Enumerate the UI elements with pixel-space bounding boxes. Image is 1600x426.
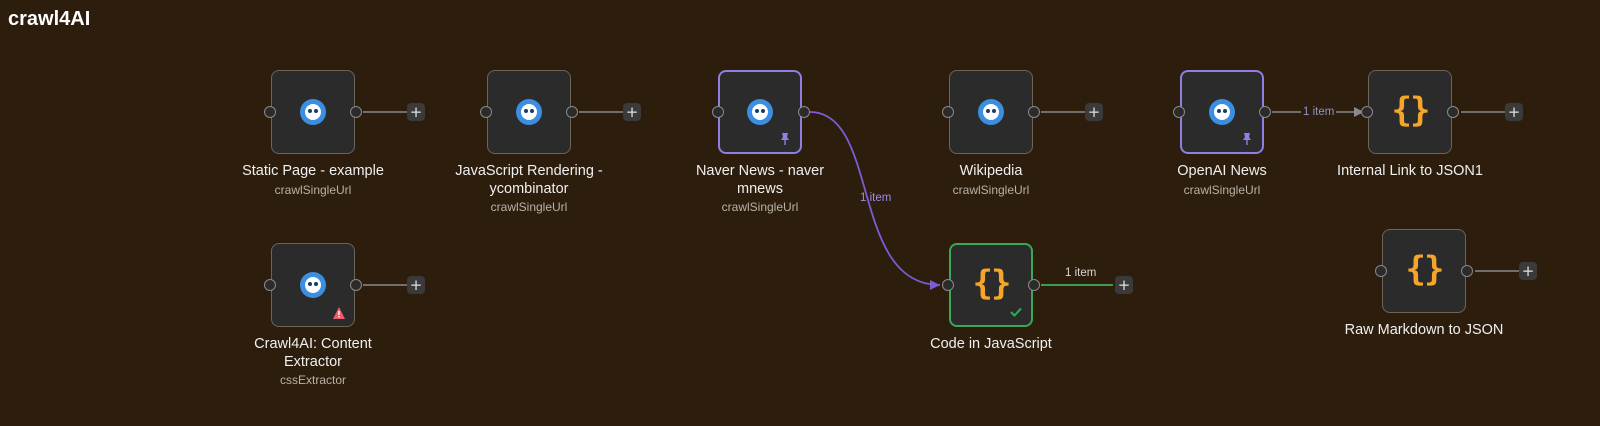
output-handle[interactable] [350,106,362,118]
add-node-button[interactable]: + [1115,276,1133,294]
node-code-js[interactable]: {} [949,243,1033,327]
node-openai-news[interactable] [1180,70,1264,154]
node-subtitle: crawlSingleUrl [1183,183,1261,197]
crawler-spider-icon [516,99,542,125]
node-label: Static Page - example [242,163,384,179]
node-wikipedia[interactable] [949,70,1033,154]
edge-arrow [930,280,940,290]
node-label: Wikipedia [959,163,1023,179]
node-label: Naver News - naver mnews [695,163,825,197]
code-braces-icon: {} [972,263,1012,304]
output-handle[interactable] [1447,106,1459,118]
crawler-spider-icon [300,99,326,125]
node-label: Crawl4AI: Content Extractor [254,336,372,370]
input-handle[interactable] [1361,106,1373,118]
node-naver-news[interactable] [718,70,802,154]
edge-label: 1 item [860,192,892,204]
pin-icon [781,133,789,145]
crawler-spider-icon [747,99,773,125]
code-braces-icon: {} [1405,249,1445,290]
output-handle[interactable] [566,106,578,118]
node-raw-markdown[interactable]: {} [1382,229,1466,313]
edge-label: 1 item [1065,267,1097,279]
node-label: Internal Link to JSON1 [1337,163,1483,179]
crawler-spider-icon [1209,99,1235,125]
output-handle[interactable] [1259,106,1271,118]
input-handle[interactable] [1375,265,1387,277]
add-node-button[interactable]: + [1519,262,1537,280]
node-internal-link[interactable]: {} [1368,70,1452,154]
output-handle[interactable] [350,279,362,291]
add-node-button[interactable]: + [1085,103,1103,121]
crawler-spider-icon [300,272,326,298]
add-node-button[interactable]: + [623,103,641,121]
node-subtitle: crawlSingleUrl [952,183,1030,197]
output-handle[interactable] [798,106,810,118]
input-handle[interactable] [1173,106,1185,118]
input-handle[interactable] [942,106,954,118]
node-subtitle: crawlSingleUrl [274,183,352,197]
input-handle[interactable] [264,106,276,118]
code-braces-icon: {} [1391,90,1431,131]
input-handle[interactable] [264,279,276,291]
add-node-button[interactable]: + [1505,103,1523,121]
edge-label: 1 item [1301,106,1337,118]
workflow-title: crawl4AI [8,8,91,30]
crawler-spider-icon [978,99,1004,125]
input-handle[interactable] [712,106,724,118]
node-label: OpenAI News [1177,163,1267,179]
input-handle[interactable] [942,279,954,291]
node-subtitle: cssExtractor [279,373,346,387]
warning-icon[interactable] [332,306,346,320]
node-subtitle: crawlSingleUrl [721,200,799,214]
output-handle[interactable] [1028,106,1040,118]
add-node-button[interactable]: + [407,103,425,121]
pin-icon [1243,133,1251,145]
node-js-rendering[interactable] [487,70,571,154]
node-label: JavaScript Rendering - ycombinator [455,163,603,197]
node-label: Code in JavaScript [930,336,1052,352]
node-static-page[interactable] [271,70,355,154]
node-content-extractor[interactable] [271,243,355,327]
node-subtitle: crawlSingleUrl [490,200,568,214]
output-handle[interactable] [1028,279,1040,291]
node-label: Raw Markdown to JSON [1344,322,1504,338]
output-handle[interactable] [1461,265,1473,277]
input-handle[interactable] [480,106,492,118]
check-icon [1010,307,1022,317]
add-node-button[interactable]: + [407,276,425,294]
